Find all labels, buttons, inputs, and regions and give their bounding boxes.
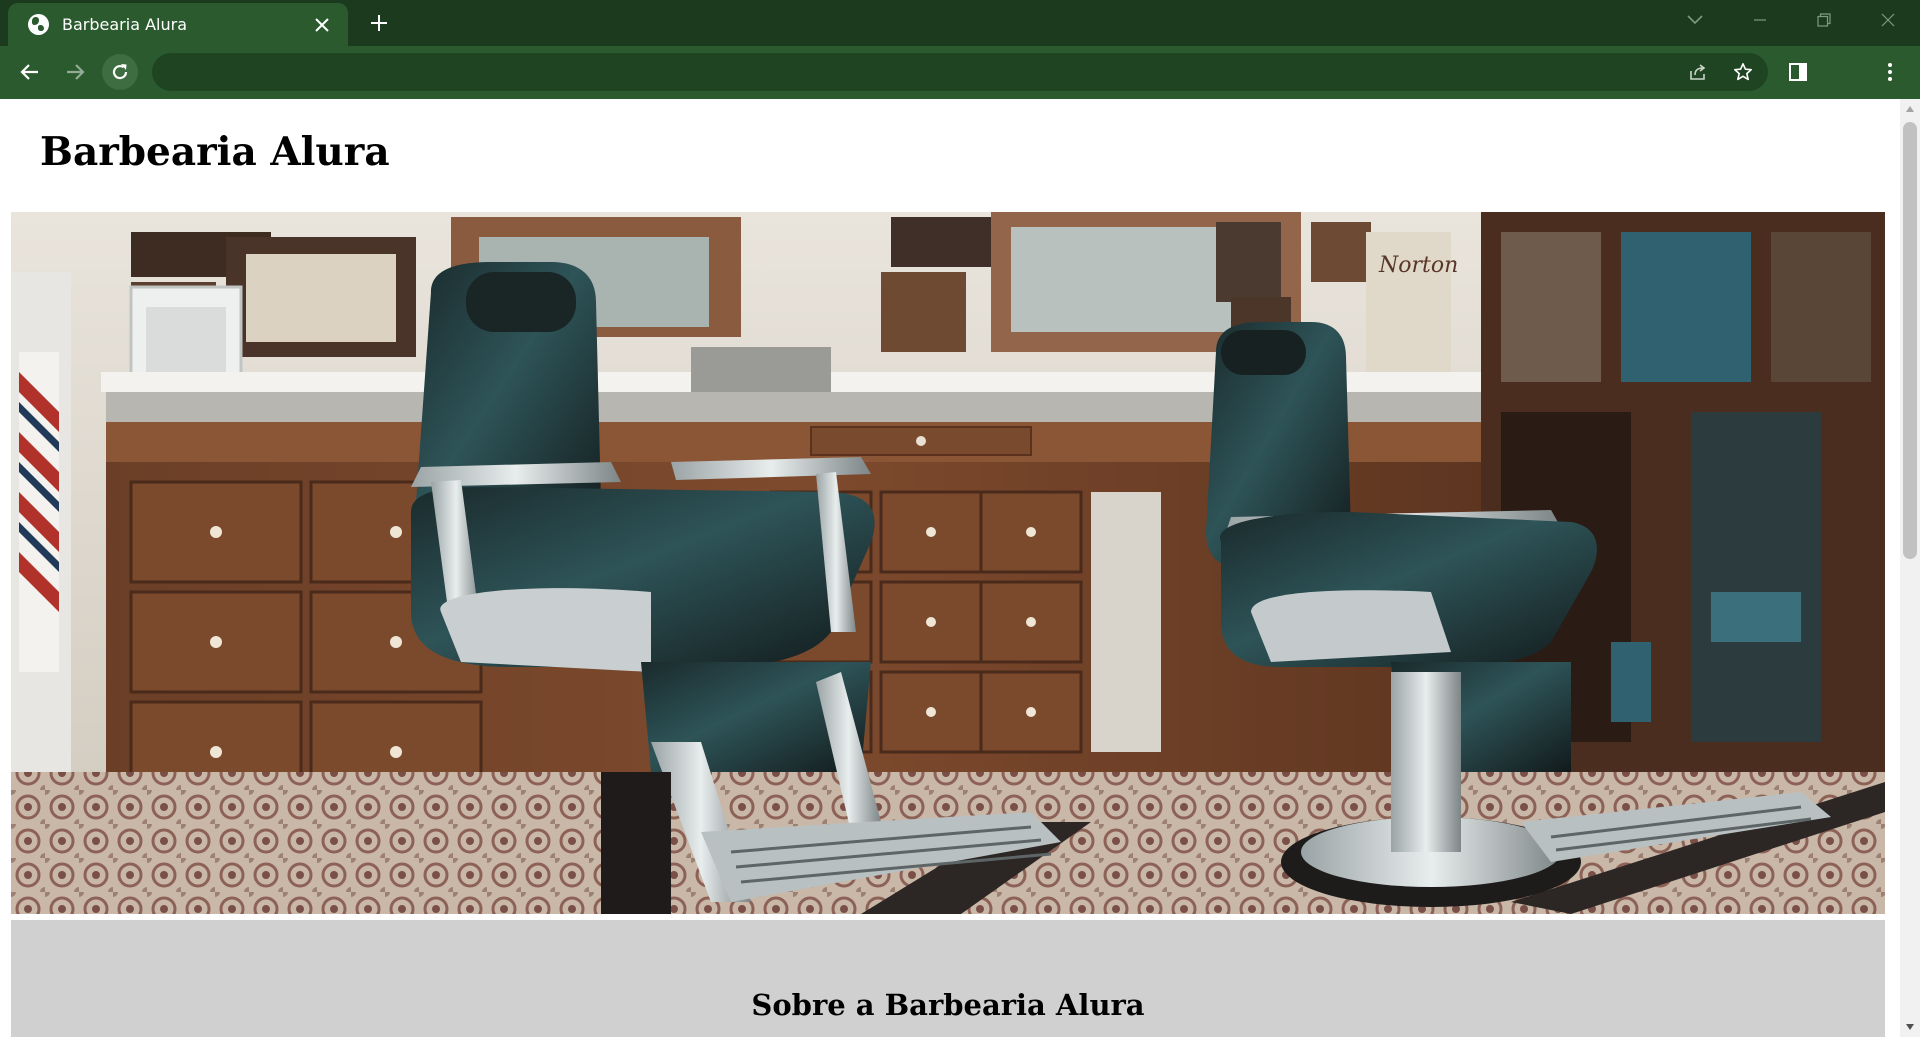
forward-button[interactable] [57,54,93,90]
restore-button[interactable] [1792,0,1856,40]
close-window-button[interactable] [1856,0,1920,40]
triangle-up-icon [1906,106,1914,112]
browser-toolbar [0,46,1920,99]
scroll-up-button[interactable] [1900,99,1920,119]
arrow-left-icon [20,64,38,80]
scrollbar-thumb[interactable] [1903,122,1917,559]
page-scrollbar[interactable] [1900,99,1920,1037]
side-panel-icon [1789,63,1807,81]
triangle-down-icon [1906,1024,1914,1030]
restore-icon [1817,13,1831,27]
address-bar[interactable] [152,53,1768,91]
back-button[interactable] [12,54,48,90]
share-button[interactable] [1686,60,1710,84]
window-controls [1728,0,1920,40]
plus-icon [371,15,387,31]
hero-image: Norton [11,212,1885,914]
star-icon [1734,63,1752,81]
share-icon [1690,64,1706,80]
barbershop-interior-photo: Norton [11,212,1885,914]
close-icon [1881,13,1895,27]
reload-button[interactable] [102,54,138,90]
side-panel-button[interactable] [1780,54,1816,90]
about-heading: Sobre a Barbearia Alura [751,988,1145,1022]
browser-tab[interactable]: Barbearia Alura [8,3,348,46]
page-viewport: Barbearia Alura Norton Sobre a Barbearia… [0,99,1900,1037]
close-icon [315,17,329,32]
browser-tabstrip: Barbearia Alura [0,0,1920,46]
kebab-menu-icon [1888,63,1892,81]
close-tab-button[interactable] [308,11,336,39]
new-tab-button[interactable] [364,8,394,38]
about-section: Sobre a Barbearia Alura [11,920,1885,1037]
arrow-right-icon [67,64,85,80]
bookmark-button[interactable] [1731,60,1755,84]
reload-icon [112,64,128,80]
minimize-button[interactable] [1728,0,1792,40]
scroll-down-button[interactable] [1900,1017,1920,1037]
svg-text:Norton: Norton [1378,253,1458,278]
browser-menu-button[interactable] [1872,54,1908,90]
globe-icon [28,14,49,35]
tab-search-button[interactable] [1680,8,1710,32]
minimize-icon [1754,19,1766,21]
chevron-down-icon [1687,15,1703,25]
site-title: Barbearia Alura [40,129,390,175]
tab-title: Barbearia Alura [62,15,187,34]
